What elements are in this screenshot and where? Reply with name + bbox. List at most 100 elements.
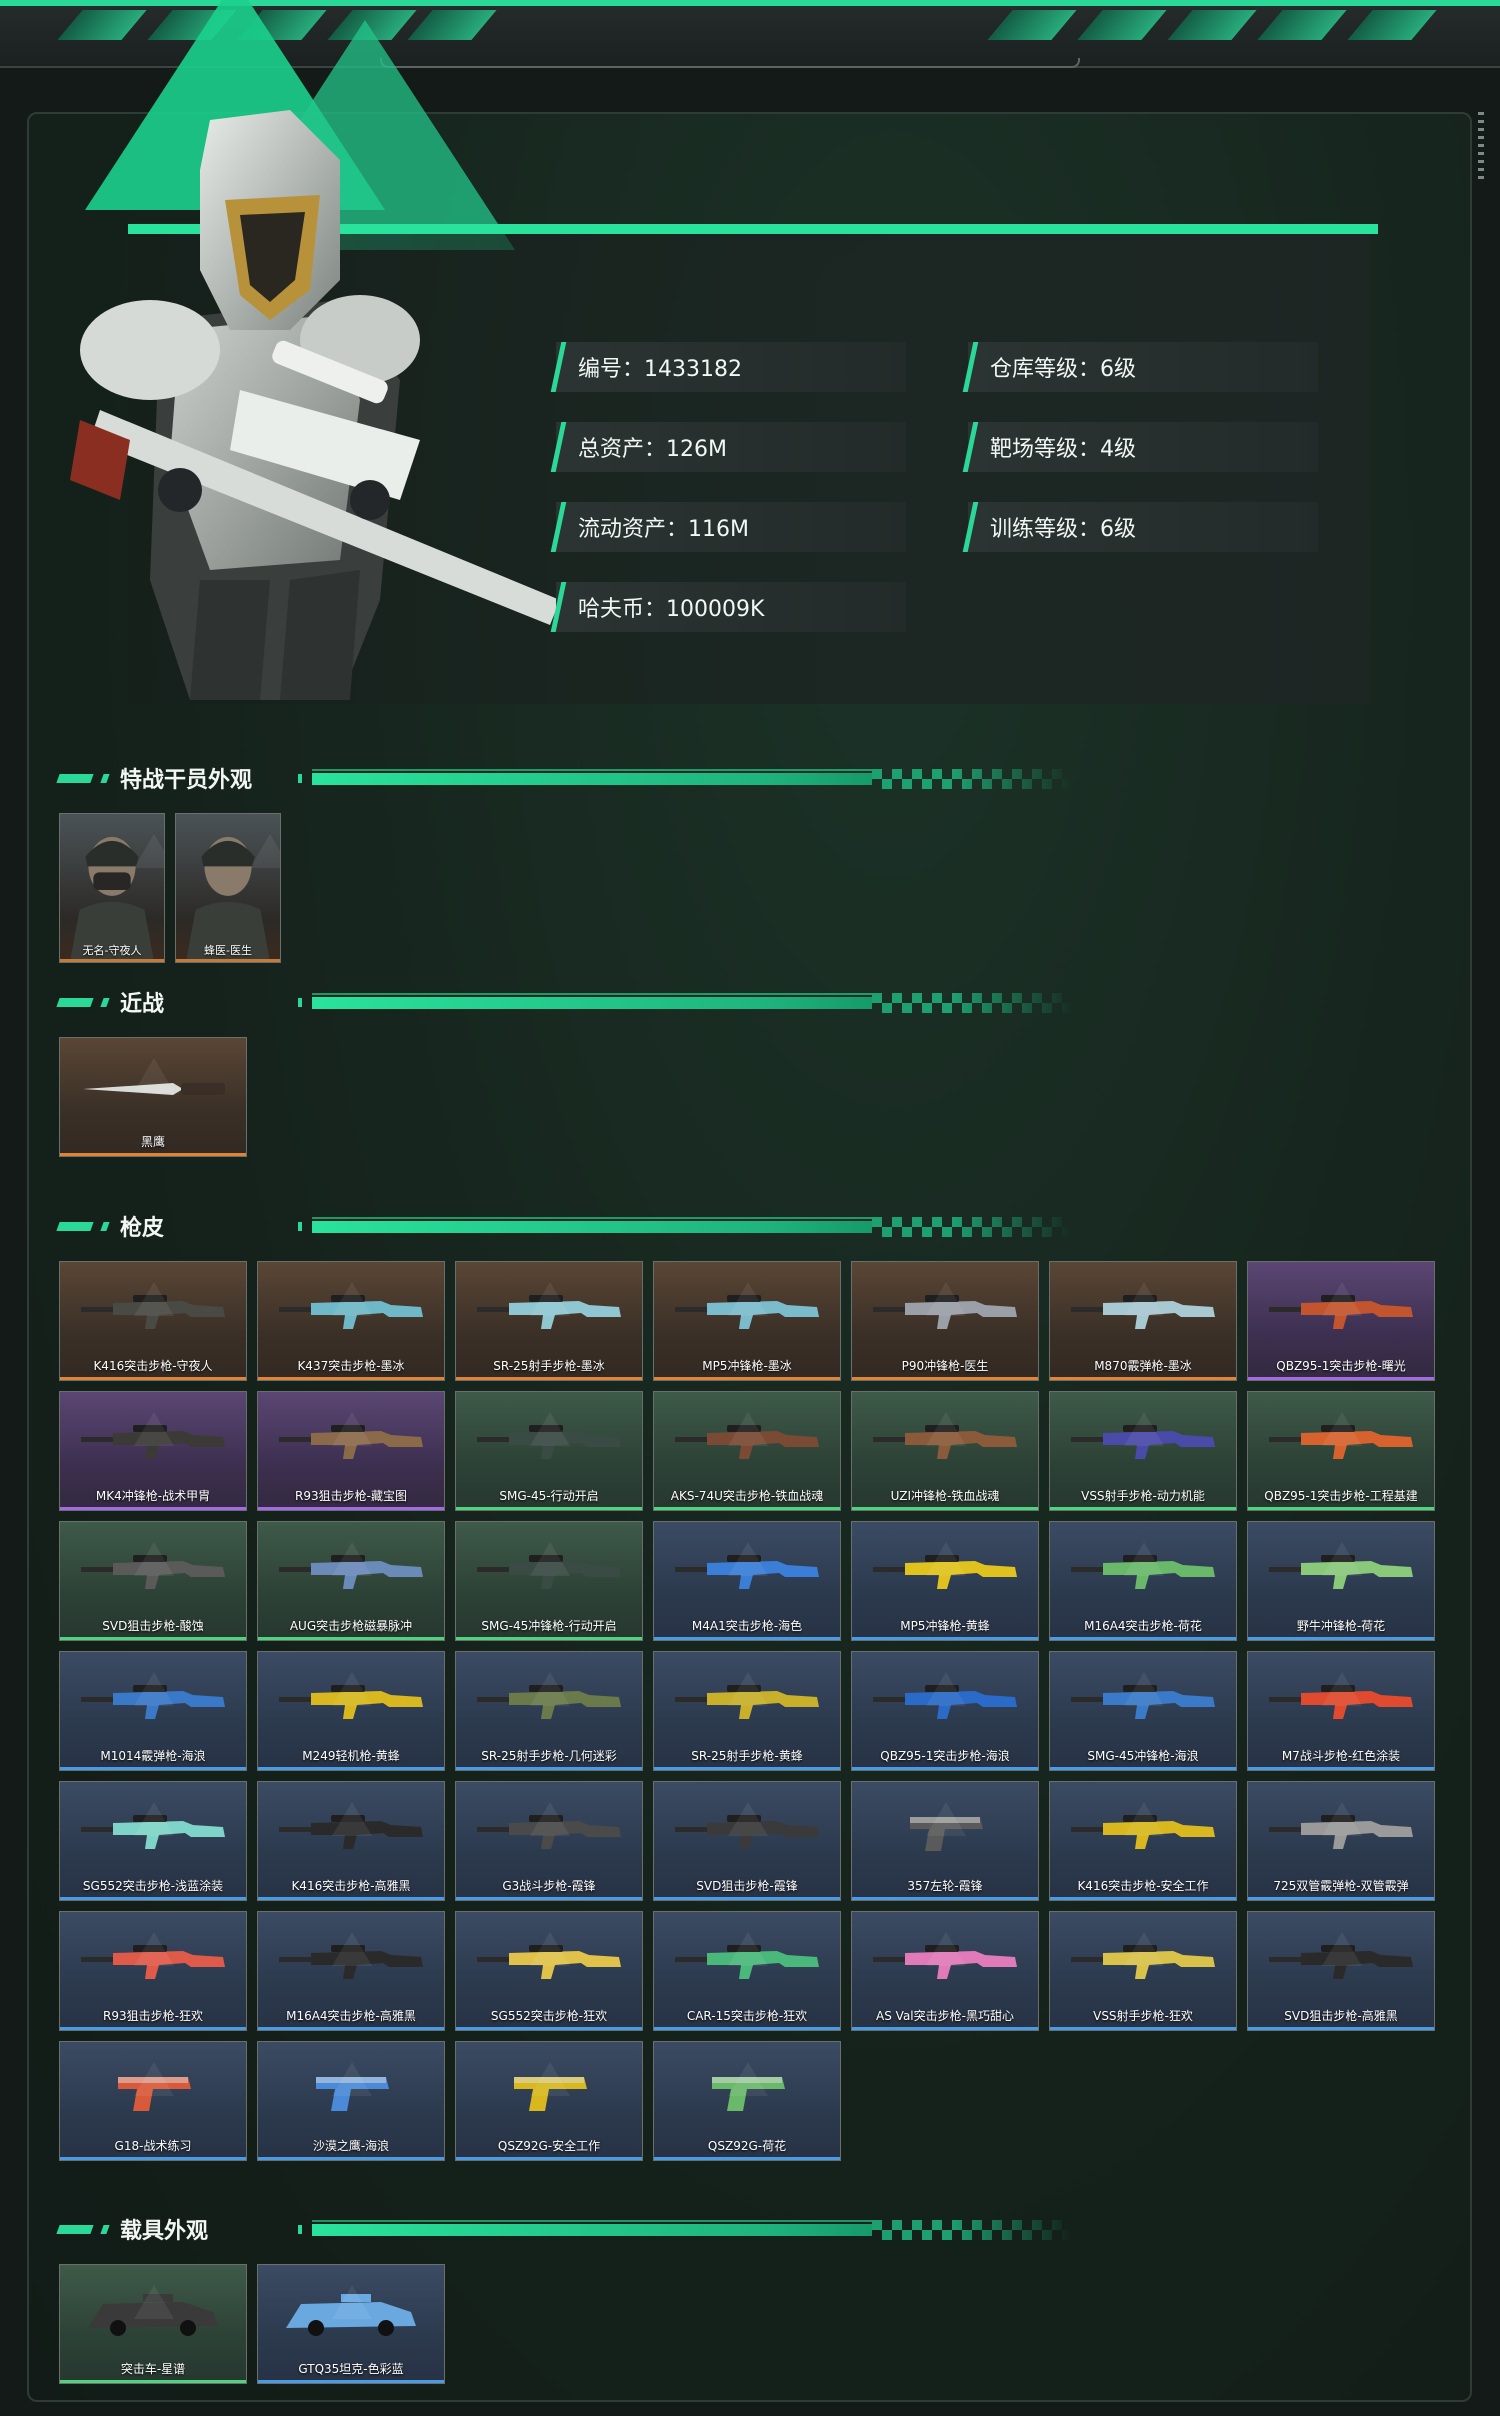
item-thumbnail xyxy=(1050,1912,1236,2012)
weapon-skin-card[interactable]: QBZ95-1突击步枪-海浪 xyxy=(851,1651,1039,1771)
weapon-skin-card[interactable]: R93狙击步枪-藏宝图 xyxy=(257,1391,445,1511)
weapon-skin-card[interactable]: SG552突击步枪-狂欢 xyxy=(455,1911,643,2031)
weapon-skin-card[interactable]: CAR-15突击步枪-狂欢 xyxy=(653,1911,841,2031)
quality-edge xyxy=(258,1507,444,1510)
weapon-skin-card[interactable]: M870霰弹枪-墨冰 xyxy=(1049,1261,1237,1381)
item-thumbnail xyxy=(1050,1652,1236,1752)
quality-edge xyxy=(456,1507,642,1510)
weapon-skin-card[interactable]: 357左轮-霞锋 xyxy=(851,1781,1039,1901)
weapon-skin-card[interactable]: MK4冲锋枪-战术甲胄 xyxy=(59,1391,247,1511)
item-name: 黑鹰 xyxy=(140,1135,165,1149)
weapon-skin-card[interactable]: K416突击步枪-守夜人 xyxy=(59,1261,247,1381)
item-name: CAR-15突击步枪-狂欢 xyxy=(686,2009,808,2023)
info-text: 训练等级：6级 xyxy=(990,517,1136,542)
section-header-melee: 近战 xyxy=(56,984,1072,1020)
weapon-skin-card[interactable]: 沙漠之鹰-海浪 xyxy=(257,2041,445,2161)
info-total-assets: 总资产：126M xyxy=(556,422,906,472)
weapon-skin-card[interactable]: R93狙击步枪-狂欢 xyxy=(59,1911,247,2031)
weapon-skin-card[interactable]: SMG-45-行动开启 xyxy=(455,1391,643,1511)
rifle-icon xyxy=(477,1425,621,1459)
rifle-icon xyxy=(675,1945,819,1979)
item-name: M7战斗步枪-红色涂装 xyxy=(1281,1749,1401,1763)
weapon-skin-card[interactable]: K416突击步枪-高雅黑 xyxy=(257,1781,445,1901)
quality-edge xyxy=(852,1507,1038,1510)
info-text: 流动资产：116M xyxy=(578,517,749,542)
weapon-skin-card[interactable]: SMG-45冲锋枪-海浪 xyxy=(1049,1651,1237,1771)
info-text: 编号：1433182 xyxy=(578,357,742,382)
weapon-skin-card[interactable]: QSZ92G-安全工作 xyxy=(455,2041,643,2161)
weapon-skin-card[interactable]: M1014霰弹枪-海浪 xyxy=(59,1651,247,1771)
item-name: 725双管霰弹枪-双管霰弹 xyxy=(1273,1879,1409,1893)
weapon-skin-card[interactable]: SR-25射手步枪-几何迷彩 xyxy=(455,1651,643,1771)
quality-edge xyxy=(456,1637,642,1640)
weapon-skin-card[interactable]: M4A1突击步枪-海色 xyxy=(653,1521,841,1641)
item-name: SVD狙击步枪-高雅黑 xyxy=(1284,2009,1398,2023)
vehicle-skin-grid: 突击车-星谱 GTQ35坦克-色彩蓝 xyxy=(59,2264,445,2384)
weapon-skin-card[interactable]: MP5冲锋枪-黄蜂 xyxy=(851,1521,1039,1641)
quality-edge xyxy=(456,1897,642,1900)
item-thumbnail xyxy=(1050,1392,1236,1492)
weapon-skin-card[interactable]: M7战斗步枪-红色涂装 xyxy=(1247,1651,1435,1771)
item-thumbnail xyxy=(1050,1522,1236,1622)
item-name: MK4冲锋枪-战术甲胄 xyxy=(95,1489,211,1503)
quality-edge xyxy=(60,1507,246,1510)
vehicle-skin-card[interactable]: 突击车-星谱 xyxy=(59,2264,247,2384)
quality-edge xyxy=(1248,1897,1434,1900)
weapon-skin-card[interactable]: M16A4突击步枪-荷花 xyxy=(1049,1521,1237,1641)
item-thumbnail xyxy=(1248,1262,1434,1362)
operator-portrait xyxy=(70,110,560,700)
quality-edge xyxy=(852,1377,1038,1380)
item-thumbnail xyxy=(60,2265,246,2365)
weapon-skin-card[interactable]: M249轻机枪-黄蜂 xyxy=(257,1651,445,1771)
item-name: AUG突击步枪磁暴脉冲 xyxy=(289,1619,413,1633)
weapon-skin-card[interactable]: QSZ92G-荷花 xyxy=(653,2041,841,2161)
operator-skin-card[interactable]: 无名-守夜人 xyxy=(59,813,165,963)
item-name: SR-25射手步枪-几何迷彩 xyxy=(481,1749,617,1763)
weapon-skin-card[interactable]: AUG突击步枪磁暴脉冲 xyxy=(257,1521,445,1641)
weapon-skin-card[interactable]: UZI冲锋枪-铁血战魂 xyxy=(851,1391,1039,1511)
quality-edge xyxy=(1050,1507,1236,1510)
rifle-icon xyxy=(675,1685,819,1719)
weapon-skin-card[interactable]: M16A4突击步枪-高雅黑 xyxy=(257,1911,445,2031)
weapon-skin-card[interactable]: K416突击步枪-安全工作 xyxy=(1049,1781,1237,1901)
rifle-icon xyxy=(675,1295,819,1329)
info-training-level: 训练等级：6级 xyxy=(968,502,1318,552)
weapon-skin-card[interactable]: QBZ95-1突击步枪-工程基建 xyxy=(1247,1391,1435,1511)
vehicle-skin-card[interactable]: GTQ35坦克-色彩蓝 xyxy=(257,2264,445,2384)
weapon-skin-card[interactable]: SVD狙击步枪-酸蚀 xyxy=(59,1521,247,1641)
weapon-skin-card[interactable]: VSS射手步枪-动力机能 xyxy=(1049,1391,1237,1511)
quality-edge xyxy=(60,1377,246,1380)
weapon-skin-card[interactable]: AS Val突击步枪-黑巧甜心 xyxy=(851,1911,1039,2031)
item-name: GTQ35坦克-色彩蓝 xyxy=(298,2362,404,2376)
weapon-skin-card[interactable]: QBZ95-1突击步枪-曙光 xyxy=(1247,1261,1435,1381)
banner-stripe xyxy=(1077,10,1167,40)
weapon-skin-card[interactable]: G3战斗步枪-霞锋 xyxy=(455,1781,643,1901)
weapon-skin-card[interactable]: MP5冲锋枪-墨冰 xyxy=(653,1261,841,1381)
weapon-skin-card[interactable]: G18-战术练习 xyxy=(59,2041,247,2161)
item-thumbnail xyxy=(852,1652,1038,1752)
weapon-skin-card[interactable]: SMG-45冲锋枪-行动开启 xyxy=(455,1521,643,1641)
weapon-skin-card[interactable]: 野牛冲锋枪-荷花 xyxy=(1247,1521,1435,1641)
item-name: 无名-守夜人 xyxy=(82,944,142,957)
item-name: G18-战术练习 xyxy=(114,2139,192,2153)
weapon-skin-card[interactable]: AKS-74U突击步枪-铁血战魂 xyxy=(653,1391,841,1511)
weapon-skin-card[interactable]: SR-25射手步枪-黄蜂 xyxy=(653,1651,841,1771)
weapon-skin-card[interactable]: 725双管霰弹枪-双管霰弹 xyxy=(1247,1781,1435,1901)
rifle-icon xyxy=(81,1945,225,1979)
info-text: 靶场等级：4级 xyxy=(990,437,1136,462)
weapon-skin-card[interactable]: VSS射手步枪-狂欢 xyxy=(1049,1911,1237,2031)
weapon-skin-card[interactable]: SVD狙击步枪-霞锋 xyxy=(653,1781,841,1901)
weapon-skin-card[interactable]: P90冲锋枪-医生 xyxy=(851,1261,1039,1381)
weapon-skin-card[interactable]: K437突击步枪-墨冰 xyxy=(257,1261,445,1381)
item-name: SG552突击步枪-狂欢 xyxy=(490,2009,608,2023)
operator-skin-card[interactable]: 蜂医-医生 xyxy=(175,813,281,963)
melee-card[interactable]: 黑鹰 xyxy=(59,1037,247,1157)
weapon-skin-card[interactable]: SR-25射手步枪-墨冰 xyxy=(455,1261,643,1381)
item-thumbnail xyxy=(258,1392,444,1492)
weapon-skin-card[interactable]: SVD狙击步枪-高雅黑 xyxy=(1247,1911,1435,2031)
weapon-skin-card[interactable]: SG552突击步枪-浅蓝涂装 xyxy=(59,1781,247,1901)
quality-edge xyxy=(60,2027,246,2030)
quality-edge xyxy=(60,1897,246,1900)
operator-skin-grid: 无名-守夜人 蜂医-医生 xyxy=(59,813,281,963)
item-name: SMG-45冲锋枪-行动开启 xyxy=(481,1619,617,1633)
